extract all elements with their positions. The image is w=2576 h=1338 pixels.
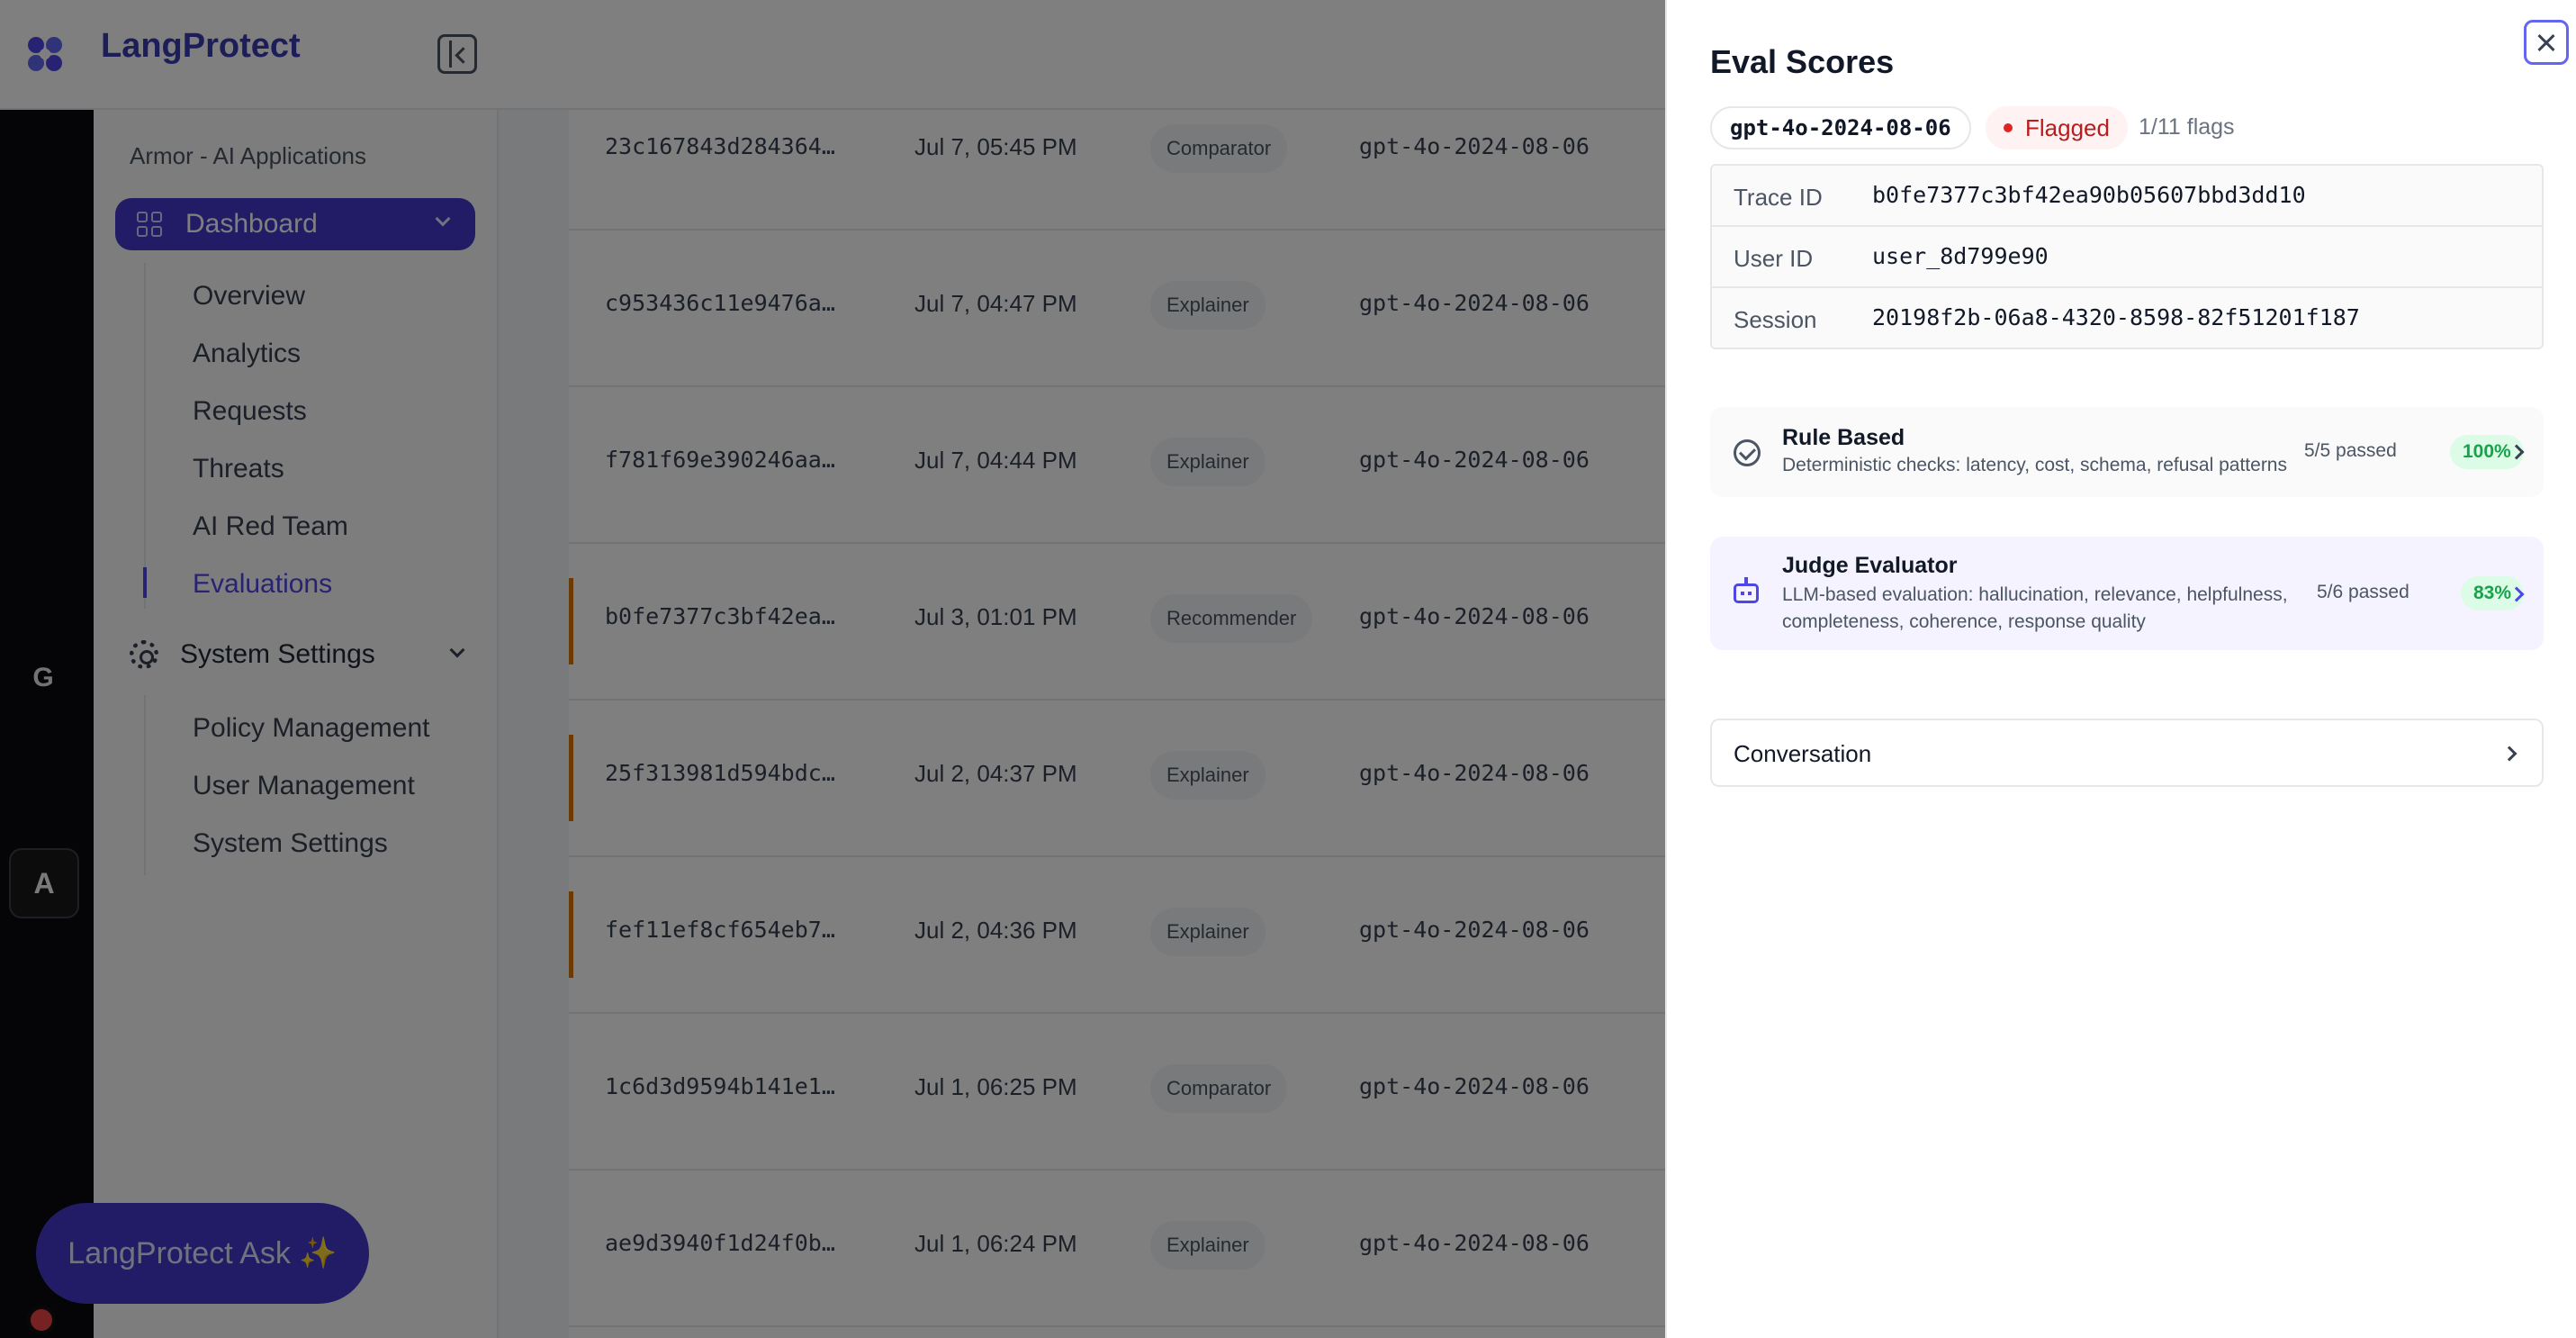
meta-key: Trace ID <box>1734 184 1823 211</box>
pass-count: 5/5 passed <box>2304 440 2397 461</box>
eval-scores-drawer: Eval Scores gpt-4o-2024-08-06 Flagged 1/… <box>1665 0 2576 1338</box>
flag-dot-icon <box>2004 123 2013 132</box>
card-description: completeness, coherence, response qualit… <box>1782 611 2146 632</box>
meta-row-trace-id: Trace ID b0fe7377c3bf42ea90b05607bbd3dd1… <box>1712 166 2542 227</box>
judge-evaluator-card[interactable]: Judge Evaluator LLM-based evaluation: ha… <box>1710 537 2544 650</box>
card-description: LLM-based evaluation: hallucination, rel… <box>1782 584 2288 605</box>
meta-key: Session <box>1734 306 1817 333</box>
trace-meta-table: Trace ID b0fe7377c3bf42ea90b05607bbd3dd1… <box>1710 164 2544 349</box>
meta-value: 20198f2b-06a8-4320-8598-82f51201f187 <box>1872 304 2360 330</box>
robot-icon <box>1734 577 1759 603</box>
meta-value: user_8d799e90 <box>1872 243 2049 269</box>
flag-count: 1/11 flags <box>2139 114 2235 140</box>
check-circle-icon <box>1734 439 1761 466</box>
drawer-title: Eval Scores <box>1710 43 1895 80</box>
card-title: Rule Based <box>1782 425 1905 450</box>
model-chip: gpt-4o-2024-08-06 <box>1710 106 1971 149</box>
conversation-row[interactable]: Conversation <box>1710 719 2544 787</box>
modal-backdrop[interactable] <box>0 0 1665 1338</box>
meta-key: User ID <box>1734 245 1814 272</box>
close-icon[interactable] <box>2524 20 2569 65</box>
card-title: Judge Evaluator <box>1782 553 1958 578</box>
meta-row-session: Session 20198f2b-06a8-4320-8598-82f51201… <box>1712 288 2542 348</box>
meta-value: b0fe7377c3bf42ea90b05607bbd3dd10 <box>1872 182 2306 208</box>
meta-row-user-id: User ID user_8d799e90 <box>1712 227 2542 288</box>
pass-count: 5/6 passed <box>2317 582 2409 602</box>
flag-status-label: Flagged <box>2025 113 2110 141</box>
chevron-right-icon <box>2501 746 2517 762</box>
conversation-label: Conversation <box>1734 740 1872 767</box>
card-description: Deterministic checks: latency, cost, sch… <box>1782 455 2287 475</box>
rule-based-card[interactable]: Rule Based Deterministic checks: latency… <box>1710 407 2544 497</box>
flag-status-badge: Flagged <box>1986 106 2128 149</box>
